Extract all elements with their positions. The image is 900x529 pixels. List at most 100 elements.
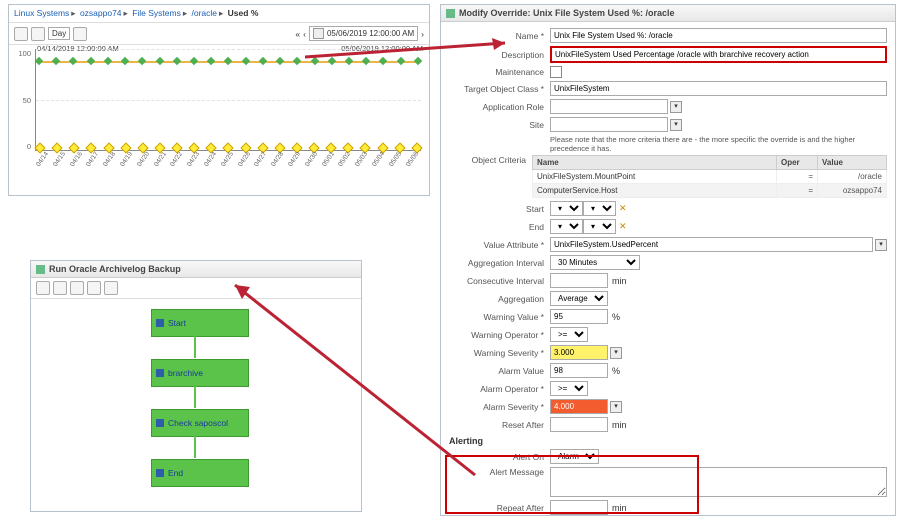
- flow-node-end[interactable]: End: [151, 459, 249, 487]
- alarm-op-select[interactable]: >=: [550, 381, 588, 396]
- delete-icon[interactable]: [87, 281, 101, 295]
- consecutive-field[interactable]: [550, 273, 608, 288]
- nav-first-icon[interactable]: «: [295, 29, 300, 39]
- label-alert-msg: Alert Message: [449, 467, 550, 477]
- node-icon: [156, 319, 164, 327]
- aggregation-select[interactable]: Average: [550, 291, 608, 306]
- breadcrumb: Linux Systems▸ ozsappo74▸ File Systems▸ …: [9, 5, 429, 23]
- agg-interval-select[interactable]: 30 Minutes: [550, 255, 640, 270]
- start-m[interactable]: ▾: [583, 201, 616, 216]
- nav-next-icon[interactable]: ›: [421, 29, 424, 39]
- warn-value-field[interactable]: [550, 309, 608, 324]
- chart-area: 04/14/2019 12:00:00 AM 05/06/2019 12:00:…: [9, 45, 429, 173]
- unit-label: min: [612, 503, 627, 513]
- alert-msg-field[interactable]: [550, 467, 887, 497]
- flow-toolbar: [31, 278, 361, 299]
- col-value[interactable]: Value: [818, 156, 887, 170]
- name-field[interactable]: [550, 28, 887, 43]
- end-h[interactable]: ▾: [550, 219, 583, 234]
- dropdown-icon[interactable]: ▾: [670, 119, 682, 131]
- crumb[interactable]: ozsappo74: [80, 8, 122, 18]
- y-axis: 100500: [11, 49, 31, 151]
- crumb[interactable]: Linux Systems: [14, 8, 69, 18]
- maintenance-checkbox[interactable]: [550, 66, 562, 78]
- node-icon: [156, 419, 164, 427]
- chart-panel: Linux Systems▸ ozsappo74▸ File Systems▸ …: [8, 4, 430, 196]
- label-app-role: Application Role: [449, 102, 550, 112]
- col-oper[interactable]: Oper: [777, 156, 818, 170]
- flow-area: Start brarchive Check saposcol End: [31, 299, 361, 529]
- crumb-current: Used %: [228, 8, 259, 18]
- flow-panel: Run Oracle Archivelog Backup Start brarc…: [30, 260, 362, 512]
- x-axis: 04/1404/1504/1604/1704/1804/1904/2004/21…: [35, 164, 421, 171]
- flow-node-start[interactable]: Start: [151, 309, 249, 337]
- alarm-value-field[interactable]: [550, 363, 608, 378]
- col-name[interactable]: Name: [532, 156, 776, 170]
- form-icon: [446, 9, 455, 18]
- alerting-section: Alerting: [449, 436, 887, 446]
- warn-op-select[interactable]: >=: [550, 327, 588, 342]
- label-warn-sev: Warning Severity *: [449, 348, 550, 358]
- label-alarm-value: Alarm Value: [449, 366, 550, 376]
- repeat-after-field[interactable]: [550, 500, 608, 515]
- alarm-sev-field[interactable]: [550, 399, 608, 414]
- export-icon[interactable]: [104, 281, 118, 295]
- table-row[interactable]: ComputerService.Host=ozsappo74: [532, 184, 886, 198]
- start-h[interactable]: ▾: [550, 201, 583, 216]
- warn-sev-field[interactable]: [550, 345, 608, 360]
- label-site: Site: [449, 120, 550, 130]
- run-icon[interactable]: [36, 281, 50, 295]
- table-row[interactable]: UnixFileSystem.MountPoint=/oracle: [532, 170, 886, 184]
- value-attr-field[interactable]: [550, 237, 873, 252]
- dropdown-icon[interactable]: ▾: [670, 101, 682, 113]
- label-description: Description: [449, 50, 550, 60]
- copy-icon[interactable]: [70, 281, 84, 295]
- target-class-field[interactable]: [550, 81, 887, 96]
- node-label: Check saposcol: [168, 418, 228, 428]
- end-m[interactable]: ▾: [583, 219, 616, 234]
- label-criteria: Object Criteria: [449, 155, 532, 165]
- chart-type-icon[interactable]: [14, 27, 28, 41]
- label-start: Start: [449, 204, 550, 214]
- reset-after-field[interactable]: [550, 417, 608, 432]
- dropdown-icon[interactable]: ▾: [610, 401, 622, 413]
- series-markers: [36, 58, 421, 68]
- agg-select[interactable]: Day: [48, 27, 70, 40]
- node-icon: [156, 369, 164, 377]
- flow-node-brarchive[interactable]: brarchive: [151, 359, 249, 387]
- label-value-attr: Value Attribute *: [449, 240, 550, 250]
- site-field[interactable]: [550, 117, 668, 132]
- date-end-field[interactable]: 05/06/2019 12:00:00 AM: [309, 26, 418, 41]
- label-consecutive: Consecutive Interval: [449, 276, 550, 286]
- dropdown-icon[interactable]: ▾: [875, 239, 887, 251]
- crumb[interactable]: /oracle: [192, 8, 218, 18]
- prev-icon[interactable]: [73, 27, 87, 41]
- label-repeat: Repeat After: [449, 503, 550, 513]
- alert-on-select[interactable]: Alarm: [550, 449, 599, 464]
- label-alarm-sev: Alarm Severity *: [449, 402, 550, 412]
- flow-node-check[interactable]: Check saposcol: [151, 409, 249, 437]
- node-label: Start: [168, 318, 186, 328]
- label-maintenance: Maintenance: [449, 67, 550, 77]
- clear-icon[interactable]: ✕: [619, 221, 627, 232]
- clear-icon[interactable]: ✕: [619, 203, 627, 214]
- chart-toolbar: Day « ‹ 05/06/2019 12:00:00 AM ›: [9, 23, 429, 45]
- label-aggregation: Aggregation: [449, 294, 550, 304]
- override-form-title: Modify Override: Unix File System Used %…: [459, 8, 675, 18]
- app-role-field[interactable]: [550, 99, 668, 114]
- flow-panel-header: Run Oracle Archivelog Backup: [31, 261, 361, 278]
- criteria-note: Please note that the more criteria there…: [550, 135, 855, 153]
- refresh-icon[interactable]: [31, 27, 45, 41]
- crumb[interactable]: File Systems: [132, 8, 181, 18]
- nav-prev-icon[interactable]: ‹: [303, 29, 306, 39]
- unit-label: min: [612, 276, 627, 286]
- unit-label: %: [612, 366, 620, 376]
- node-label: brarchive: [168, 368, 203, 378]
- label-end: End: [449, 222, 550, 232]
- plot-area: [35, 49, 421, 151]
- label-target-class: Target Object Class *: [449, 84, 550, 94]
- dropdown-icon[interactable]: ▾: [610, 347, 622, 359]
- description-field[interactable]: [550, 46, 887, 63]
- edit-icon[interactable]: [53, 281, 67, 295]
- label-warn-value: Warning Value *: [449, 312, 550, 322]
